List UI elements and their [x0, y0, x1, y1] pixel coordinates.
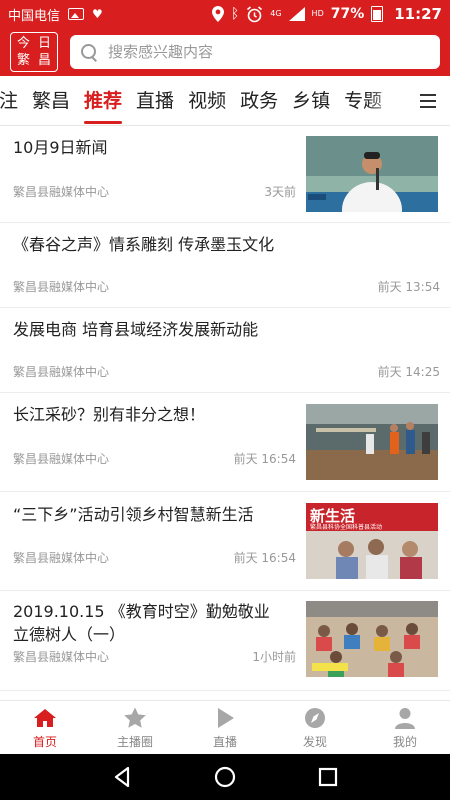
nav-label: 主播圈 — [116, 734, 153, 749]
battery-icon — [371, 6, 384, 22]
tab-video[interactable]: 视频 — [181, 76, 233, 125]
news-time: 3天前 — [264, 185, 296, 199]
news-title: “三下乡”活动引领乡村智慧新生活 — [13, 505, 254, 524]
nav-anchor-circle[interactable]: 主播圈 — [90, 701, 180, 754]
heart-notification-icon: ♥ — [92, 7, 103, 21]
tabs-fade — [366, 76, 406, 125]
tab-towns[interactable]: 乡镇 — [285, 76, 337, 125]
list-item[interactable]: 长江采砂？别有非分之想！ 繁昌县融媒体中心 前天 16:54 — [0, 393, 450, 492]
logo-char: 日 — [37, 36, 51, 51]
news-title: 发展电商 培育县域经济发展新动能 — [13, 320, 259, 339]
play-icon — [218, 707, 234, 728]
tab-government[interactable]: 政务 — [233, 76, 285, 125]
news-anchor-photo — [306, 136, 438, 212]
app-header: 今 日 繁 昌 — [0, 28, 450, 76]
recents-icon[interactable] — [317, 766, 339, 788]
photo-banner-text: 新生活 — [310, 507, 355, 525]
news-time: 1小时前 — [252, 650, 296, 664]
channel-menu-icon[interactable] — [406, 76, 450, 125]
home-icon — [34, 708, 56, 727]
news-title-line: 立德树人（一） — [13, 625, 126, 644]
list-item[interactable]: 2019.10.15 《教育时空》勤勉敬业 立德树人（一） 繁昌县融媒体中心 1… — [0, 591, 450, 691]
location-icon — [211, 6, 224, 22]
river-boat-photo — [306, 404, 438, 480]
news-time: 前天 13:54 — [377, 280, 440, 294]
news-source: 繁昌县融媒体中心 — [13, 452, 110, 466]
status-bar: 中国电信 ♥ ᛒ 4G HD 77% 11:27 — [0, 0, 450, 28]
channel-tabs: 注 繁昌 推荐 直播 视频 政务 乡镇 专题 — [0, 76, 450, 126]
news-title: 《春谷之声》情系雕刻 传承墨玉文化 — [13, 235, 275, 254]
news-source: 繁昌县融媒体中心 — [13, 650, 110, 664]
logo-char: 昌 — [37, 53, 51, 68]
list-item[interactable]: 10月9日新闻 繁昌县融媒体中心 3天前 — [0, 127, 450, 223]
bluetooth-icon: ᛒ — [230, 6, 240, 22]
signal-icon — [288, 7, 305, 21]
tab-partial[interactable]: 注 — [0, 76, 25, 125]
system-nav-bar — [0, 754, 450, 800]
person-icon — [395, 707, 415, 729]
logo-char: 今 — [16, 36, 30, 51]
nav-discover[interactable]: 发现 — [270, 701, 360, 754]
app-logo[interactable]: 今 日 繁 昌 — [10, 32, 58, 72]
list-item[interactable]: 《春谷之声》情系雕刻 传承墨玉文化 繁昌县融媒体中心 前天 13:54 — [0, 223, 450, 308]
nav-label: 直播 — [212, 734, 237, 749]
carrier-label: 中国电信 — [8, 8, 61, 24]
news-source: 繁昌县融媒体中心 — [13, 280, 110, 294]
nav-label: 发现 — [302, 734, 327, 749]
hd-label: HD — [311, 9, 324, 18]
news-source: 繁昌县融媒体中心 — [13, 185, 110, 199]
news-source: 繁昌县融媒体中心 — [13, 365, 110, 379]
logo-char: 繁 — [16, 53, 30, 68]
list-item[interactable]: “三下乡”活动引领乡村智慧新生活 繁昌县融媒体中心 前天 16:54 新生活 繁… — [0, 492, 450, 591]
search-input[interactable] — [108, 43, 430, 61]
news-title: 10月9日新闻 — [13, 138, 108, 157]
star-icon — [124, 707, 146, 728]
news-source: 繁昌县融媒体中心 — [13, 551, 110, 565]
clock: 11:27 — [394, 5, 442, 23]
image-notification-icon — [68, 8, 85, 20]
news-title: 长江采砂？别有非分之想！ — [13, 405, 206, 424]
nav-label: 首页 — [32, 734, 57, 749]
classroom-photo — [306, 601, 438, 677]
battery-percent: 77% — [330, 6, 365, 22]
search-bar[interactable] — [70, 35, 440, 69]
tab-recommend[interactable]: 推荐 — [77, 76, 129, 125]
photo-caption-text: 繁昌县科协全国科普县活动 — [310, 523, 382, 531]
nav-label: 我的 — [392, 734, 417, 749]
tab-fanchang[interactable]: 繁昌 — [25, 76, 77, 125]
home-circle-icon[interactable] — [214, 766, 236, 788]
news-time: 前天 16:54 — [233, 452, 296, 466]
search-icon — [80, 43, 98, 61]
news-list: 10月9日新闻 繁昌县融媒体中心 3天前 《春谷之声》情系雕刻 传承墨玉文化 繁… — [0, 127, 450, 691]
list-item[interactable]: 发展电商 培育县域经济发展新动能 繁昌县融媒体中心 前天 14:25 — [0, 308, 450, 393]
nav-me[interactable]: 我的 — [360, 701, 450, 754]
alarm-icon — [247, 5, 263, 22]
network-type-label: 4G — [270, 9, 282, 18]
tab-live[interactable]: 直播 — [129, 76, 181, 125]
bottom-nav: 首页 主播圈 直播 发现 我的 — [0, 700, 450, 754]
nav-home[interactable]: 首页 — [0, 701, 90, 754]
back-icon[interactable] — [111, 766, 133, 788]
news-time: 前天 14:25 — [377, 365, 440, 379]
news-title-line: 2019.10.15 《教育时空》勤勉敬业 — [13, 602, 270, 621]
compass-icon — [305, 707, 325, 728]
rural-event-photo: 新生活 繁昌县科协全国科普县活动 — [306, 503, 438, 579]
news-time: 前天 16:54 — [233, 551, 296, 565]
nav-live[interactable]: 直播 — [180, 701, 270, 754]
